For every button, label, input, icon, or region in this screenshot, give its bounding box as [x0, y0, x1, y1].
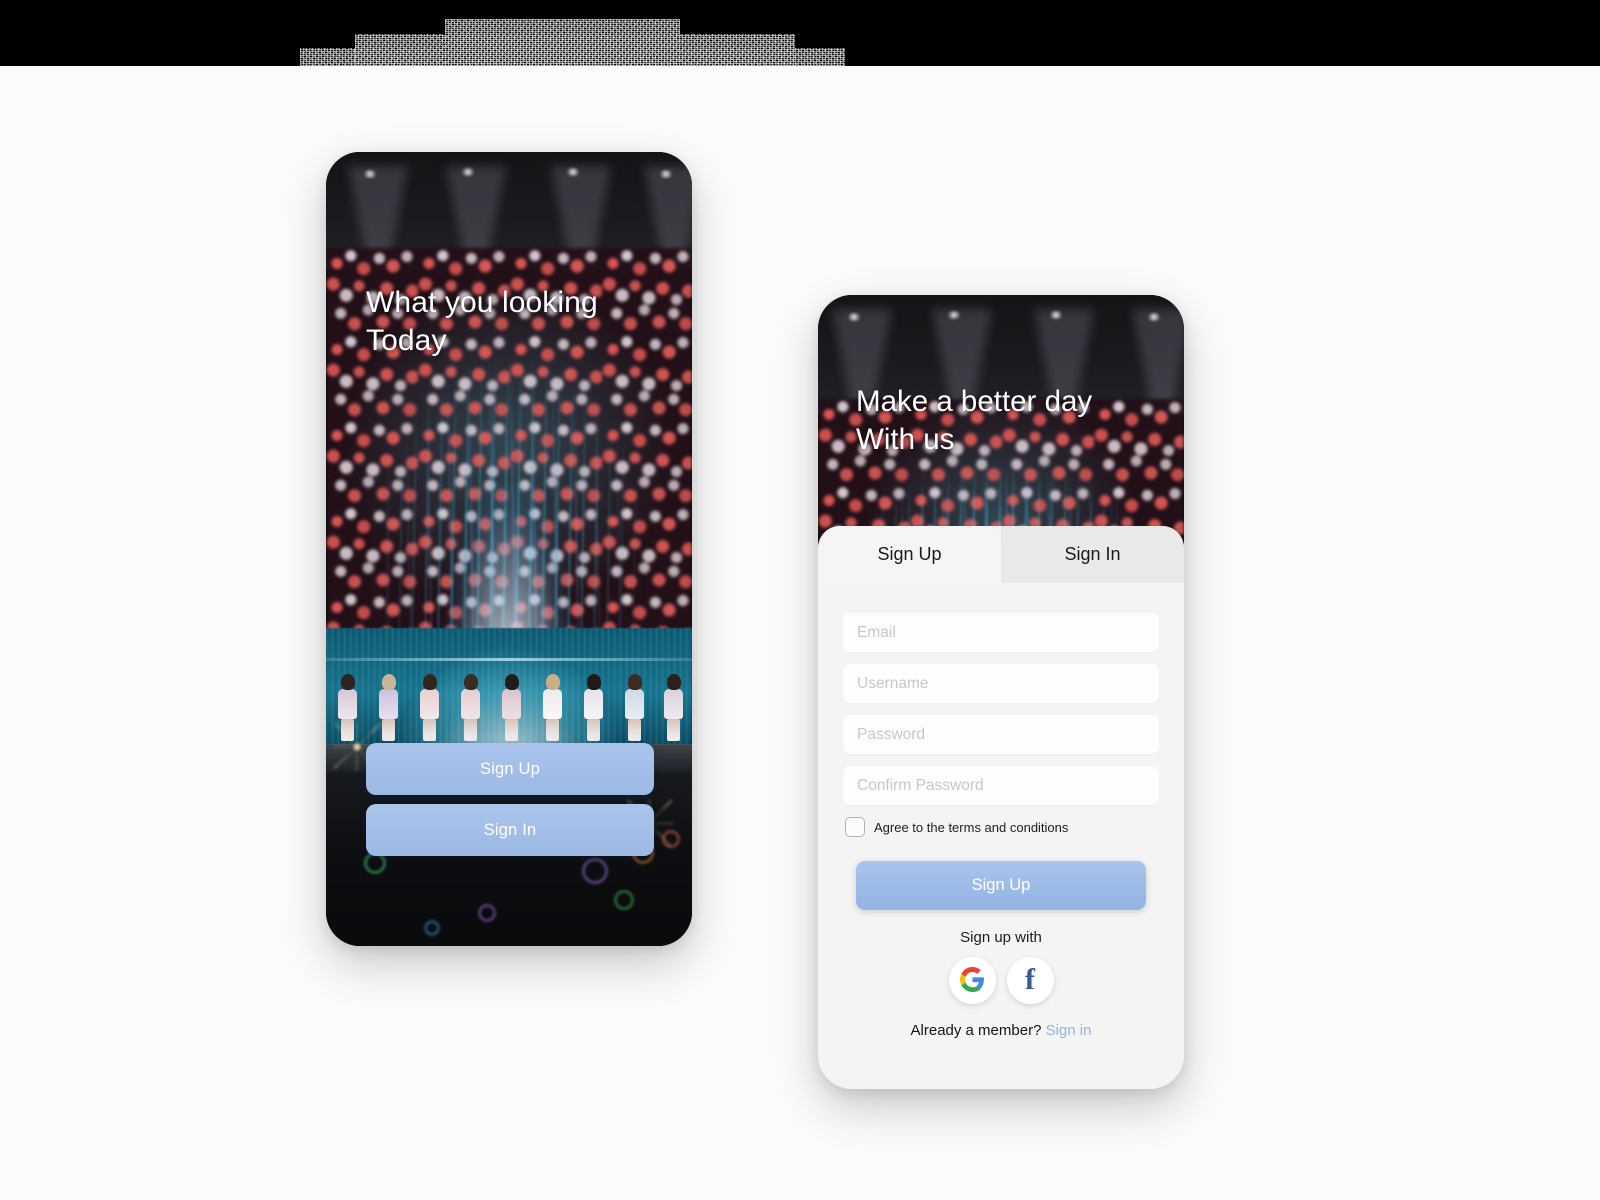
bokeh-circle: [424, 920, 440, 936]
google-icon: [959, 966, 985, 995]
submit-sign-up-button[interactable]: Sign Up: [856, 861, 1146, 910]
tab-sign-up[interactable]: Sign Up: [818, 526, 1001, 583]
stage-edge-line: [326, 658, 692, 661]
stage-lamp: [1146, 313, 1162, 321]
screenshot-canvas: What you looking Today Sign Up Sign In M…: [0, 0, 1600, 1200]
stage-lamp: [846, 313, 862, 321]
google-sign-up-button[interactable]: [948, 957, 996, 1004]
stage-lamp: [362, 170, 378, 178]
facebook-sign-up-button[interactable]: f: [1006, 957, 1054, 1004]
stage-lamp: [1048, 311, 1064, 319]
confirm-password-field[interactable]: [843, 766, 1159, 805]
terms-row: Agree to the terms and conditions: [845, 817, 1159, 837]
social-buttons-row: f: [843, 957, 1159, 1004]
sign-up-form: Agree to the terms and conditions Sign U…: [818, 583, 1184, 1039]
auth-sheet: Sign Up Sign In Agree to the terms and c…: [818, 526, 1184, 1089]
sign-in-button[interactable]: Sign In: [366, 804, 654, 856]
terms-checkbox[interactable]: [845, 817, 865, 837]
sign-in-link[interactable]: Sign in: [1046, 1022, 1092, 1039]
sign-up-button[interactable]: Sign Up: [366, 743, 654, 795]
tab-sign-in[interactable]: Sign In: [1001, 526, 1184, 583]
email-field[interactable]: [843, 613, 1159, 652]
already-member-text: Already a member?: [910, 1022, 1042, 1039]
onboarding-hero-title: What you looking Today: [366, 286, 598, 358]
bokeh-circle: [582, 858, 608, 884]
sign-up-phone-mockup: Make a better day With us Sign Up Sign I…: [818, 295, 1184, 1089]
password-field[interactable]: [843, 715, 1159, 754]
onboarding-action-buttons: Sign Up Sign In: [366, 743, 654, 856]
stage-lamp: [946, 311, 962, 319]
performers-row: [326, 667, 692, 749]
auth-tabs: Sign Up Sign In: [818, 526, 1184, 583]
stage-lamp: [565, 168, 581, 176]
bokeh-circle: [478, 904, 496, 922]
noise-step-3: [445, 19, 680, 66]
facebook-icon: f: [1025, 962, 1035, 996]
onboarding-phone-mockup: What you looking Today Sign Up Sign In: [326, 152, 692, 946]
bokeh-circle: [614, 890, 634, 910]
username-field[interactable]: [843, 664, 1159, 703]
already-member-row: Already a member? Sign in: [843, 1022, 1159, 1039]
dither-noise-crest: [300, 18, 845, 66]
terms-label: Agree to the terms and conditions: [874, 819, 1069, 835]
stage-lamp: [658, 170, 674, 178]
social-prompt-label: Sign up with: [960, 929, 1042, 946]
bokeh-circle: [662, 830, 680, 848]
stage-lamp: [460, 168, 476, 176]
signup-hero-title: Make a better day With us: [856, 385, 1093, 457]
top-black-bar: [0, 0, 1600, 66]
